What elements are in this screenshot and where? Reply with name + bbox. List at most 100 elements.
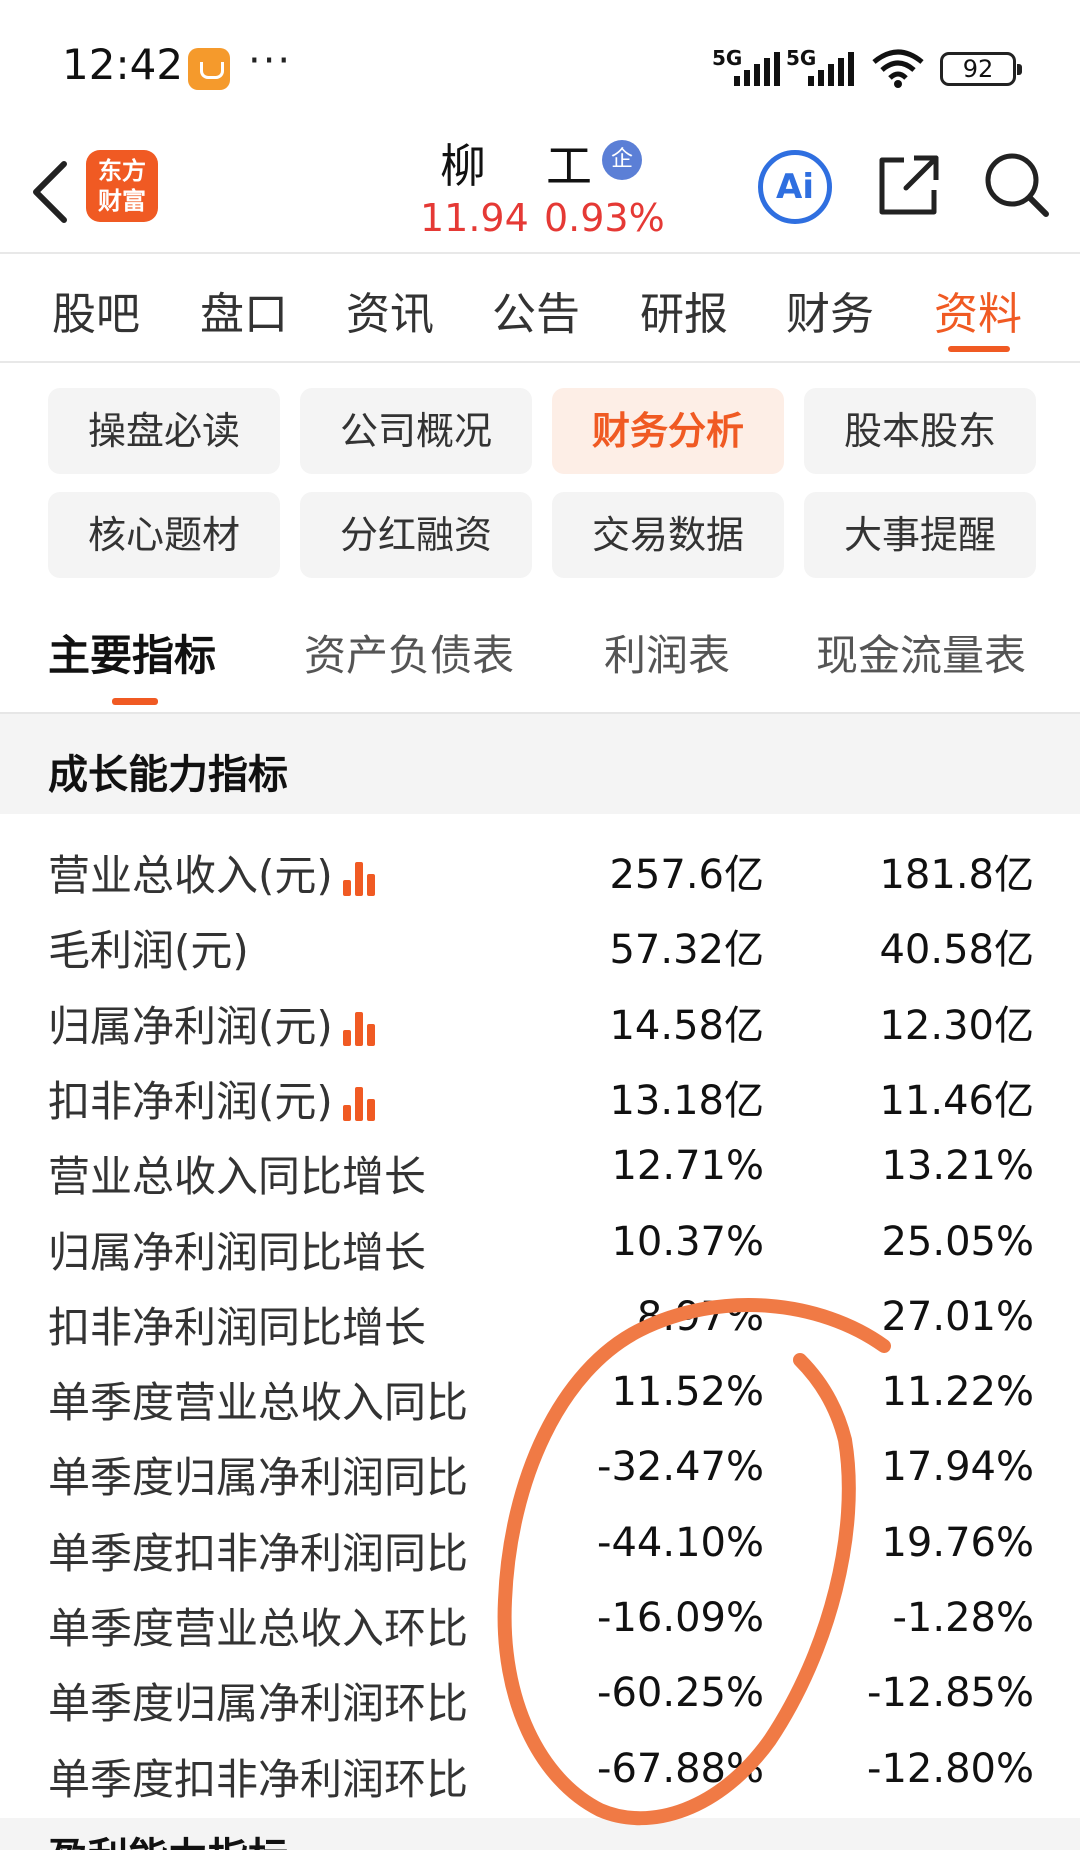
ai-button[interactable]: Ai bbox=[758, 150, 832, 224]
row-label: 扣非净利润同比增长 bbox=[48, 1294, 426, 1355]
table-row[interactable]: 归属净利润(元) 14.58亿 12.30亿 bbox=[0, 985, 1080, 1060]
tab-profile[interactable]: 资料 bbox=[934, 278, 1022, 342]
subtab-key-indicators[interactable]: 主要指标 bbox=[48, 622, 216, 683]
table-row[interactable]: 扣非净利润(元) 13.18亿 11.46亿 bbox=[0, 1060, 1080, 1135]
section-header: 成长能力指标 bbox=[0, 714, 1080, 814]
value-period-1: 14.58亿 bbox=[609, 1002, 764, 1049]
table-row[interactable]: 单季度营业总收入同比 11.52% 11.22% bbox=[0, 1361, 1080, 1436]
row-label: 单季度扣非净利润同比 bbox=[48, 1520, 468, 1581]
chip-company-overview[interactable]: 公司概况 bbox=[300, 388, 532, 474]
subtab-cash-flow[interactable]: 现金流量表 bbox=[816, 622, 1026, 683]
chip-dividends-financing[interactable]: 分红融资 bbox=[300, 492, 532, 578]
subtab-balance-sheet[interactable]: 资产负债表 bbox=[304, 622, 514, 683]
value-period-2: 12.30亿 bbox=[879, 1002, 1034, 1049]
bar-chart-icon[interactable] bbox=[342, 1012, 377, 1047]
logo-text: 财富 bbox=[98, 187, 146, 215]
shopping-app-icon bbox=[188, 48, 230, 90]
network-type-label: 5G bbox=[712, 46, 743, 70]
row-label: 营业总收入(元) bbox=[48, 842, 377, 903]
wifi-icon bbox=[872, 49, 924, 88]
row-label: 归属净利润(元) bbox=[48, 993, 377, 1054]
tab-news[interactable]: 资讯 bbox=[346, 278, 434, 342]
value-period-1: 11.52% bbox=[611, 1369, 764, 1416]
search-icon[interactable] bbox=[982, 150, 1052, 220]
section-title: 盈利能力指标 bbox=[48, 1832, 288, 1850]
next-section-header: 盈利能力指标 bbox=[0, 1818, 1080, 1850]
chip-core-themes[interactable]: 核心题材 bbox=[48, 492, 280, 578]
value-period-2: 11.22% bbox=[881, 1369, 1034, 1416]
row-label-text: 归属净利润(元) bbox=[48, 1001, 333, 1051]
row-label-text: 营业总收入同比增长 bbox=[48, 1152, 427, 1202]
row-label: 单季度扣非净利润环比 bbox=[48, 1746, 468, 1807]
value-period-1: 13.18亿 bbox=[609, 1077, 764, 1124]
row-label-text: 单季度扣非净利润环比 bbox=[48, 1754, 469, 1804]
stock-price: 11.94 bbox=[420, 196, 529, 240]
value-period-2: 13.21% bbox=[881, 1143, 1034, 1190]
value-period-2: 17.94% bbox=[881, 1444, 1034, 1491]
row-label-text: 单季度营业总收入同比 bbox=[48, 1378, 469, 1428]
value-period-1: 257.6亿 bbox=[609, 852, 764, 898]
table-row[interactable]: 营业总收入同比增长 12.71% 13.21% bbox=[0, 1135, 1080, 1210]
row-label-text: 单季度归属净利润同比 bbox=[48, 1453, 469, 1503]
table-row[interactable]: 扣非净利润同比增长 8.97% 27.01% bbox=[0, 1286, 1080, 1361]
value-period-1: -44.10% bbox=[597, 1519, 764, 1566]
value-period-2: 40.58亿 bbox=[879, 927, 1034, 974]
tab-pankou[interactable]: 盘口 bbox=[200, 278, 288, 342]
tab-guba[interactable]: 股吧 bbox=[52, 278, 140, 342]
value-period-1: 10.37% bbox=[611, 1218, 764, 1265]
chip-events[interactable]: 大事提醒 bbox=[804, 492, 1036, 578]
table-row[interactable]: 毛利润(元) 57.32亿 40.58亿 bbox=[0, 909, 1080, 984]
row-label: 单季度归属净利润环比 bbox=[48, 1670, 468, 1731]
active-tab-indicator bbox=[948, 346, 1010, 352]
battery-icon: 92 bbox=[940, 52, 1022, 86]
value-period-2: -12.85% bbox=[867, 1670, 1034, 1717]
row-label: 扣非净利润(元) bbox=[48, 1068, 377, 1129]
chip-trading-guide[interactable]: 操盘必读 bbox=[48, 388, 280, 474]
active-subtab-indicator bbox=[112, 698, 158, 705]
table-row[interactable]: 营业总收入(元) 257.6亿 181.8亿 bbox=[0, 834, 1080, 909]
value-period-1: -67.88% bbox=[597, 1745, 764, 1792]
value-period-1: -60.25% bbox=[597, 1670, 764, 1717]
value-period-2: 27.01% bbox=[881, 1293, 1034, 1340]
row-label-text: 扣非净利润同比增长 bbox=[48, 1302, 427, 1352]
divider bbox=[0, 361, 1080, 363]
enterprise-badge: 企 bbox=[602, 140, 642, 180]
value-period-2: -1.28% bbox=[892, 1595, 1034, 1641]
bar-chart-icon[interactable] bbox=[342, 861, 377, 896]
stock-change: 0.93% bbox=[544, 196, 665, 240]
chip-trading-data[interactable]: 交易数据 bbox=[552, 492, 784, 578]
value-period-2: 11.46亿 bbox=[879, 1077, 1034, 1124]
row-label-text: 归属净利润同比增长 bbox=[48, 1227, 427, 1277]
bar-chart-icon[interactable] bbox=[342, 1087, 377, 1122]
table-row[interactable]: 单季度归属净利润环比 -60.25% -12.85% bbox=[0, 1662, 1080, 1737]
row-label-text: 单季度营业总收入环比 bbox=[48, 1604, 469, 1653]
signal-icon: 5G bbox=[712, 46, 782, 86]
back-arrow-icon[interactable] bbox=[26, 152, 76, 232]
value-period-1: 12.71% bbox=[611, 1143, 764, 1190]
tab-announcements[interactable]: 公告 bbox=[492, 278, 580, 342]
value-period-1: -32.47% bbox=[597, 1444, 764, 1491]
share-icon[interactable] bbox=[874, 150, 944, 220]
chip-shareholders[interactable]: 股本股东 bbox=[804, 388, 1036, 474]
more-notifications-icon: ··· bbox=[248, 38, 293, 84]
app-logo[interactable]: 东方 财富 bbox=[86, 150, 158, 222]
table-row[interactable]: 单季度营业总收入环比 -16.09% -1.28% bbox=[0, 1587, 1080, 1662]
row-label-text: 营业总收入(元) bbox=[48, 851, 333, 900]
table-row[interactable]: 单季度扣非净利润同比 -44.10% 19.76% bbox=[0, 1512, 1080, 1587]
value-period-2: 19.76% bbox=[881, 1519, 1034, 1566]
tab-finance[interactable]: 财务 bbox=[786, 278, 874, 342]
network-type-label: 5G bbox=[786, 46, 817, 70]
value-period-1: 57.32亿 bbox=[609, 927, 764, 974]
subtab-income-statement[interactable]: 利润表 bbox=[604, 622, 730, 683]
table-row[interactable]: 单季度扣非净利润环比 -67.88% -12.80% bbox=[0, 1738, 1080, 1813]
table-row[interactable]: 单季度归属净利润同比 -32.47% 17.94% bbox=[0, 1436, 1080, 1511]
row-label: 单季度营业总收入环比 bbox=[48, 1595, 468, 1656]
table-row[interactable]: 归属净利润同比增长 10.37% 25.05% bbox=[0, 1211, 1080, 1286]
tab-research[interactable]: 研报 bbox=[640, 278, 728, 342]
chip-financial-analysis[interactable]: 财务分析 bbox=[552, 388, 784, 474]
row-label: 单季度归属净利润同比 bbox=[48, 1444, 468, 1505]
status-time: 12:42 bbox=[62, 40, 184, 89]
row-label: 营业总收入同比增长 bbox=[48, 1143, 426, 1204]
signal-icon: 5G bbox=[786, 46, 856, 86]
section-title: 成长能力指标 bbox=[48, 752, 288, 798]
